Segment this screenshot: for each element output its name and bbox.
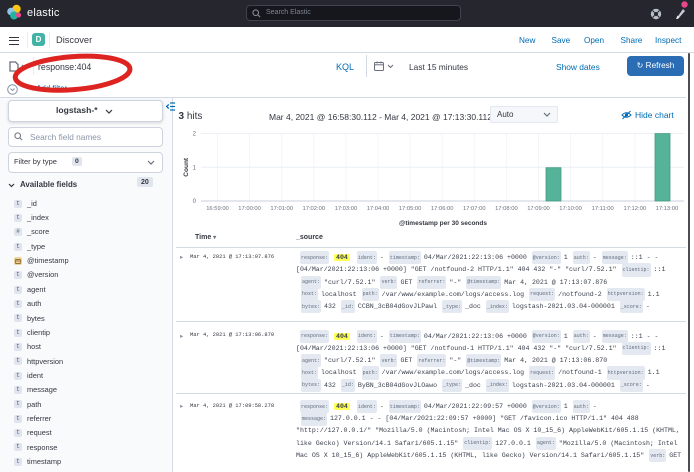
svg-text:0: 0 — [193, 199, 197, 205]
svg-text:17:09:00: 17:09:00 — [527, 206, 550, 212]
svg-text:@timestamp per 30 seconds: @timestamp per 30 seconds — [399, 220, 487, 227]
svg-text:17:10:00: 17:10:00 — [559, 206, 582, 212]
svg-text:16:59:00: 16:59:00 — [206, 206, 229, 212]
svg-text:17:11:00: 17:11:00 — [592, 206, 614, 212]
svg-text:17:04:00: 17:04:00 — [367, 206, 390, 212]
svg-text:17:05:00: 17:05:00 — [399, 206, 422, 212]
svg-text:17:08:00: 17:08:00 — [495, 206, 518, 212]
svg-text:17:12:00: 17:12:00 — [624, 206, 647, 212]
svg-text:1: 1 — [193, 165, 197, 171]
svg-text:17:13:00: 17:13:00 — [656, 206, 679, 212]
svg-text:17:01:00: 17:01:00 — [270, 206, 293, 212]
svg-text:17:06:00: 17:06:00 — [431, 206, 454, 212]
svg-text:2: 2 — [193, 132, 197, 138]
svg-text:17:03:00: 17:03:00 — [335, 206, 358, 212]
svg-text:17:07:00: 17:07:00 — [463, 206, 486, 212]
svg-text:17:02:00: 17:02:00 — [303, 206, 326, 212]
svg-text:Count: Count — [183, 157, 190, 177]
svg-text:17:00:00: 17:00:00 — [238, 206, 261, 212]
